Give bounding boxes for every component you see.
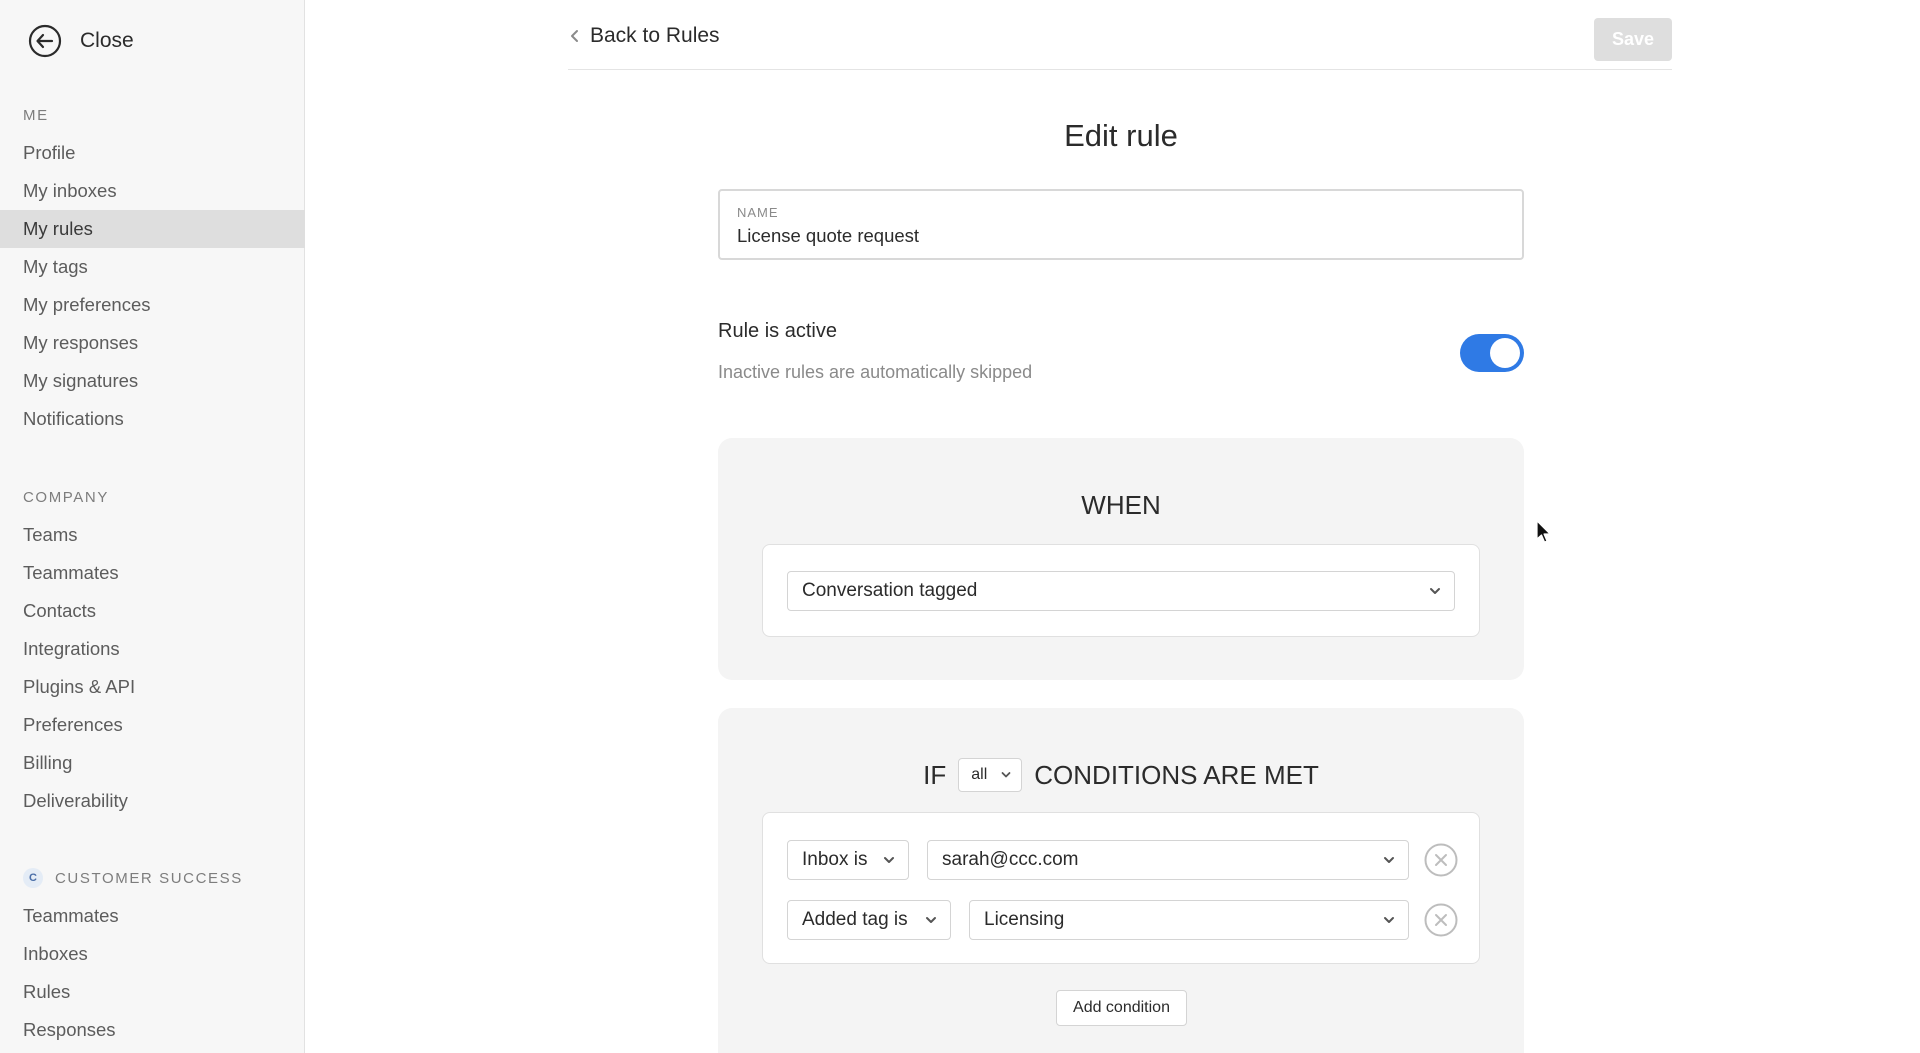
when-card: Conversation tagged xyxy=(762,544,1480,637)
trigger-select[interactable]: Conversation tagged xyxy=(787,571,1455,611)
team-badge: C xyxy=(23,868,43,888)
condition-value-select[interactable]: sarah@ccc.com xyxy=(927,840,1409,880)
if-label: IF xyxy=(923,759,947,790)
back-arrow-circle-icon xyxy=(28,24,62,58)
when-panel: WHEN Conversation tagged xyxy=(718,438,1524,680)
chevron-down-icon xyxy=(926,917,936,923)
sidebar: Close ME Profile My inboxes My rules My … xyxy=(0,0,305,1053)
sidebar-item-my-tags[interactable]: My tags xyxy=(0,248,305,286)
sidebar-item-team-rules[interactable]: Rules xyxy=(0,973,305,1011)
chevron-left-icon xyxy=(571,30,578,42)
rule-name-input[interactable]: License quote request xyxy=(737,225,919,247)
sidebar-item-preferences[interactable]: Preferences xyxy=(0,706,305,744)
add-condition-button[interactable]: Add condition xyxy=(1056,990,1187,1026)
when-heading: WHEN xyxy=(1081,490,1161,520)
sidebar-item-my-responses[interactable]: My responses xyxy=(0,324,305,362)
section-label-me: ME xyxy=(23,107,49,124)
sidebar-item-teams[interactable]: Teams xyxy=(0,516,305,554)
sidebar-item-billing[interactable]: Billing xyxy=(0,744,305,782)
nav-company: Teams Teammates Contacts Integrations Pl… xyxy=(0,516,305,820)
sidebar-item-team-teammates[interactable]: Teammates xyxy=(0,897,305,935)
rule-active-title: Rule is active xyxy=(718,320,837,342)
nav-me: Profile My inboxes My rules My tags My p… xyxy=(0,134,305,438)
sidebar-item-contacts[interactable]: Contacts xyxy=(0,592,305,630)
sidebar-item-my-signatures[interactable]: My signatures xyxy=(0,362,305,400)
condition-field-select[interactable]: Added tag is xyxy=(787,900,951,940)
sidebar-item-teammates[interactable]: Teammates xyxy=(0,554,305,592)
chevron-down-icon xyxy=(1430,588,1440,594)
condition-value: sarah@ccc.com xyxy=(942,849,1079,870)
sidebar-item-my-inboxes[interactable]: My inboxes xyxy=(0,172,305,210)
condition-field-select[interactable]: Inbox is xyxy=(787,840,909,880)
sidebar-item-team-responses[interactable]: Responses xyxy=(0,1011,305,1049)
sidebar-item-deliverability[interactable]: Deliverability xyxy=(0,782,305,820)
conditions-panel: IF all CONDITIONS ARE MET Inbox is sarah… xyxy=(718,708,1524,1053)
section-label-company: COMPANY xyxy=(23,489,109,506)
conditions-card: Inbox is sarah@ccc.com Added tag is Lice… xyxy=(762,812,1480,964)
nav-team: Teammates Inboxes Rules Responses xyxy=(0,897,305,1049)
condition-field-value: Added tag is xyxy=(802,909,908,930)
sidebar-item-my-rules[interactable]: My rules xyxy=(0,210,305,248)
back-to-rules-label: Back to Rules xyxy=(590,24,720,47)
section-label-customer-success: C CUSTOMER SUCCESS xyxy=(23,868,243,888)
match-mode-value: all xyxy=(971,766,988,783)
trigger-select-value: Conversation tagged xyxy=(802,580,978,601)
remove-condition-icon[interactable] xyxy=(1424,843,1458,877)
condition-value-select[interactable]: Licensing xyxy=(969,900,1409,940)
conditions-are-met-label: CONDITIONS ARE MET xyxy=(1034,759,1319,790)
save-button[interactable]: Save xyxy=(1594,18,1672,61)
conditions-heading: IF all CONDITIONS ARE MET xyxy=(718,758,1524,792)
rule-name-field[interactable]: NAME License quote request xyxy=(718,189,1524,260)
sidebar-item-my-preferences[interactable]: My preferences xyxy=(0,286,305,324)
sidebar-item-notifications[interactable]: Notifications xyxy=(0,400,305,438)
close-button[interactable]: Close xyxy=(28,24,134,58)
page-title: Edit rule xyxy=(1064,118,1178,153)
rule-active-toggle[interactable] xyxy=(1460,334,1524,372)
chevron-down-icon xyxy=(1384,857,1394,863)
rule-active-description: Inactive rules are automatically skipped xyxy=(718,362,1033,382)
team-label-text: CUSTOMER SUCCESS xyxy=(55,869,243,887)
sidebar-item-plugins-api[interactable]: Plugins & API xyxy=(0,668,305,706)
chevron-down-icon xyxy=(1001,772,1011,778)
condition-value: Licensing xyxy=(984,909,1065,930)
chevron-down-icon xyxy=(1384,917,1394,923)
condition-field-value: Inbox is xyxy=(802,849,868,870)
toggle-knob xyxy=(1490,338,1520,368)
close-label: Close xyxy=(80,29,134,52)
match-mode-select[interactable]: all xyxy=(958,758,1023,792)
sidebar-item-team-inboxes[interactable]: Inboxes xyxy=(0,935,305,973)
sidebar-item-profile[interactable]: Profile xyxy=(0,134,305,172)
chevron-down-icon xyxy=(884,857,894,863)
sidebar-item-integrations[interactable]: Integrations xyxy=(0,630,305,668)
remove-condition-icon[interactable] xyxy=(1424,903,1458,937)
top-bar: Back to Rules Save xyxy=(568,0,1672,70)
rule-name-label: NAME xyxy=(737,205,779,220)
mouse-cursor-icon xyxy=(1536,520,1551,543)
back-to-rules-link[interactable]: Back to Rules xyxy=(568,24,720,48)
